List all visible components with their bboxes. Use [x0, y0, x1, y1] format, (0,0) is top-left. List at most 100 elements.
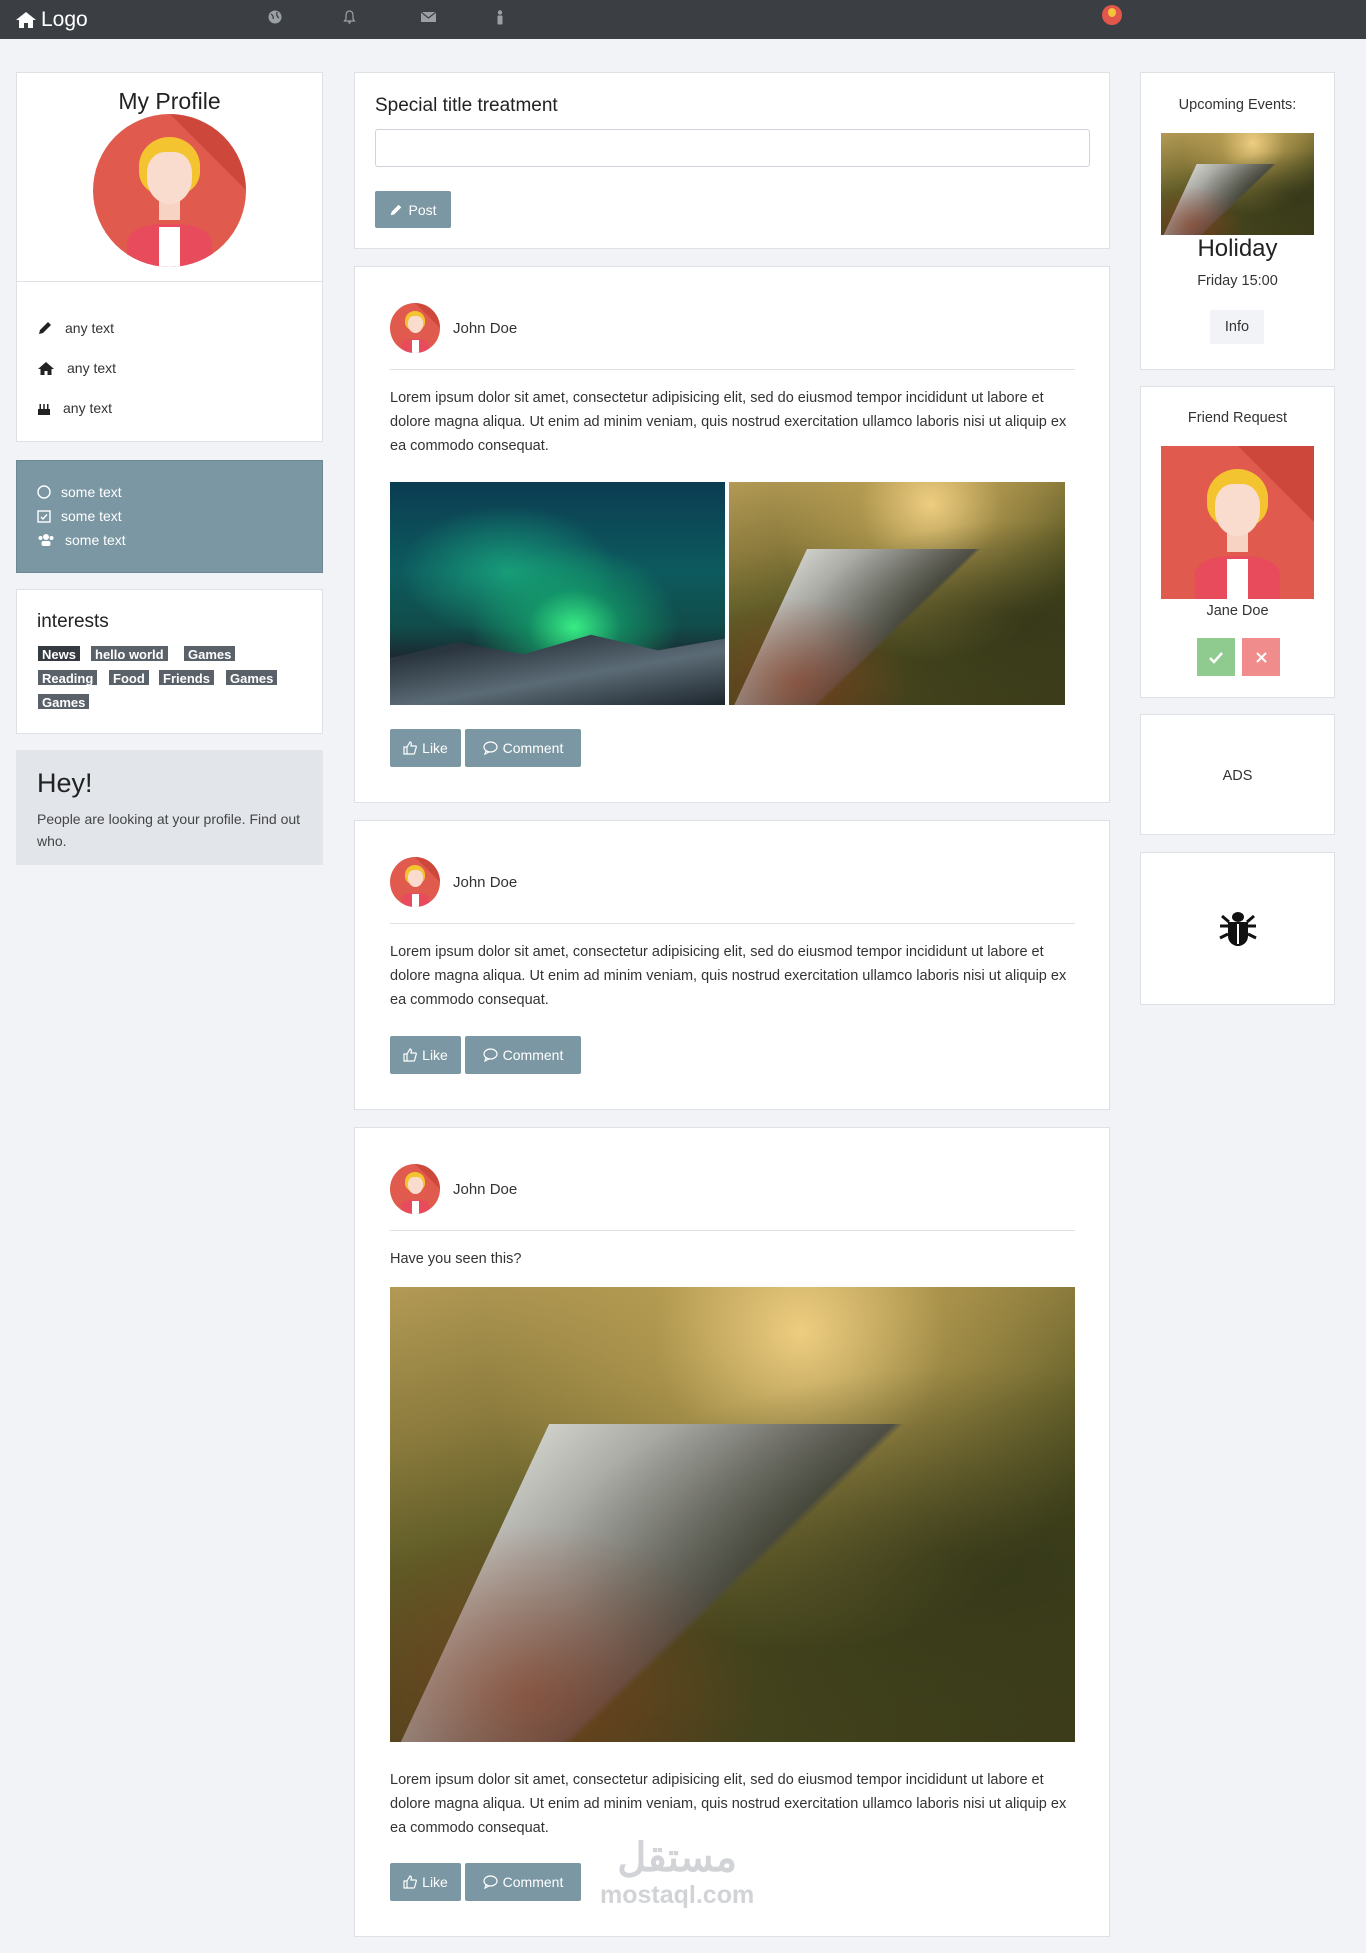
thumbs-up-icon — [403, 1875, 418, 1889]
like-button[interactable]: Like — [390, 1036, 461, 1074]
hey-text: People are looking at your profile. Find… — [37, 811, 301, 849]
like-label: Like — [422, 1874, 448, 1890]
post-author[interactable]: John Doe — [390, 857, 517, 907]
profile-item-home[interactable]: any text — [37, 360, 116, 376]
author-avatar — [390, 303, 440, 353]
profile-item-label: any text — [65, 320, 115, 336]
post-button[interactable]: Post — [375, 191, 451, 228]
top-navbar: Logo — [0, 0, 1366, 39]
ads-label: ADS — [1222, 768, 1253, 784]
event-image — [1161, 133, 1314, 235]
interest-tag[interactable]: News — [37, 645, 81, 662]
profile-title: My Profile — [118, 88, 221, 114]
post-author[interactable]: John Doe — [390, 303, 517, 353]
grey-item-calendar[interactable]: some text — [37, 508, 122, 524]
grey-item-label: some text — [61, 508, 122, 524]
logo-text: Logo — [41, 8, 88, 31]
comment-icon — [483, 1048, 498, 1062]
author-avatar — [390, 1164, 440, 1214]
home-icon — [38, 361, 54, 375]
friend-request-card: Friend Request Jane Doe — [1140, 386, 1335, 698]
divider — [390, 369, 1075, 370]
pencil-icon — [391, 204, 402, 215]
like-button[interactable]: Like — [390, 1863, 461, 1901]
check-icon — [1209, 651, 1223, 664]
like-button[interactable]: Like — [390, 729, 461, 767]
composer-input[interactable] — [375, 129, 1090, 167]
grey-item-label: some text — [65, 532, 126, 548]
comment-label: Comment — [502, 740, 564, 756]
reject-button[interactable] — [1242, 638, 1280, 676]
like-label: Like — [422, 740, 448, 756]
grey-menu-box: some text some text some text — [16, 460, 323, 573]
divider — [390, 1230, 1075, 1231]
profile-avatar — [93, 114, 246, 267]
info-button[interactable]: Info — [1210, 310, 1264, 344]
forest-image[interactable] — [390, 1287, 1075, 1742]
friend-name: Jane Doe — [1206, 603, 1269, 619]
comment-icon — [483, 741, 498, 755]
interests-card: interests News hello world Games Reading… — [16, 589, 323, 734]
thumbs-up-icon — [403, 1048, 418, 1062]
interest-tag[interactable]: Friends — [158, 669, 215, 686]
interest-tag[interactable]: Games — [183, 645, 237, 662]
envelope-icon[interactable] — [420, 10, 437, 26]
author-avatar — [390, 857, 440, 907]
interest-tag[interactable]: hello world — [90, 645, 169, 662]
like-label: Like — [422, 1047, 448, 1063]
users-icon — [38, 534, 54, 546]
grey-item-label: some text — [61, 484, 122, 500]
divider — [390, 923, 1075, 924]
comment-label: Comment — [502, 1047, 564, 1063]
accept-button[interactable] — [1197, 638, 1235, 676]
event-time: Friday 15:00 — [1197, 273, 1278, 289]
interest-tag[interactable]: Games — [37, 693, 91, 710]
profile-item-birthday[interactable]: any text — [37, 400, 112, 416]
ads-card: ADS — [1140, 714, 1335, 835]
author-name: John Doe — [453, 1180, 518, 1198]
thumbs-up-icon — [403, 741, 418, 755]
grey-item-users[interactable]: some text — [37, 532, 126, 548]
grey-item-circle[interactable]: some text — [37, 484, 122, 500]
post-author[interactable]: John Doe — [390, 1164, 517, 1214]
interest-tag[interactable]: Reading — [37, 669, 99, 686]
bug-icon[interactable] — [1218, 908, 1258, 948]
interest-tag[interactable]: Games — [225, 669, 279, 686]
post-button-label: Post — [408, 201, 437, 218]
circle-icon — [37, 485, 51, 499]
hey-alert: Hey! People are looking at your profile.… — [16, 750, 323, 865]
user-avatar[interactable] — [1102, 5, 1122, 25]
friend-request-title: Friend Request — [1187, 410, 1288, 426]
aurora-image[interactable] — [390, 482, 725, 705]
comment-button[interactable]: Comment — [465, 1036, 581, 1074]
close-icon — [1255, 651, 1267, 663]
comment-button[interactable]: Comment — [465, 1863, 581, 1901]
comment-button[interactable]: Comment — [465, 729, 581, 767]
globe-icon[interactable] — [268, 10, 282, 27]
pencil-icon — [39, 322, 51, 334]
interest-tag[interactable]: Food — [108, 669, 150, 686]
hey-title: Hey! — [37, 768, 93, 798]
profile-item-label: any text — [67, 360, 117, 376]
profile-item-label: any text — [63, 400, 113, 416]
bug-card — [1140, 852, 1335, 1005]
user-icon[interactable] — [496, 10, 504, 28]
events-card: Upcoming Events: Holiday Friday 15:00 In… — [1140, 72, 1335, 370]
watermark-latin: mostaql.com — [600, 1881, 755, 1909]
post-text: Lorem ipsum dolor sit amet, consectetur … — [390, 944, 1067, 1008]
event-name: Holiday — [1197, 235, 1278, 262]
events-title: Upcoming Events: — [1178, 97, 1297, 113]
profile-item-edit[interactable]: any text — [37, 320, 114, 336]
logo-link[interactable]: Logo — [15, 8, 88, 32]
composer-title: Special title treatment — [375, 95, 558, 116]
profile-card: My Profile any text any text any text — [16, 72, 323, 442]
watermark: مستقل mostaql.com — [600, 1836, 754, 1910]
divider — [17, 281, 322, 282]
post-intro: Have you seen this? — [390, 1251, 522, 1267]
bell-icon[interactable] — [343, 10, 356, 27]
friend-avatar[interactable] — [1161, 446, 1314, 599]
forest-image[interactable] — [729, 482, 1065, 705]
post-text: Lorem ipsum dolor sit amet, consectetur … — [390, 390, 1067, 454]
calendar-check-icon — [37, 510, 51, 523]
comment-icon — [483, 1875, 498, 1889]
